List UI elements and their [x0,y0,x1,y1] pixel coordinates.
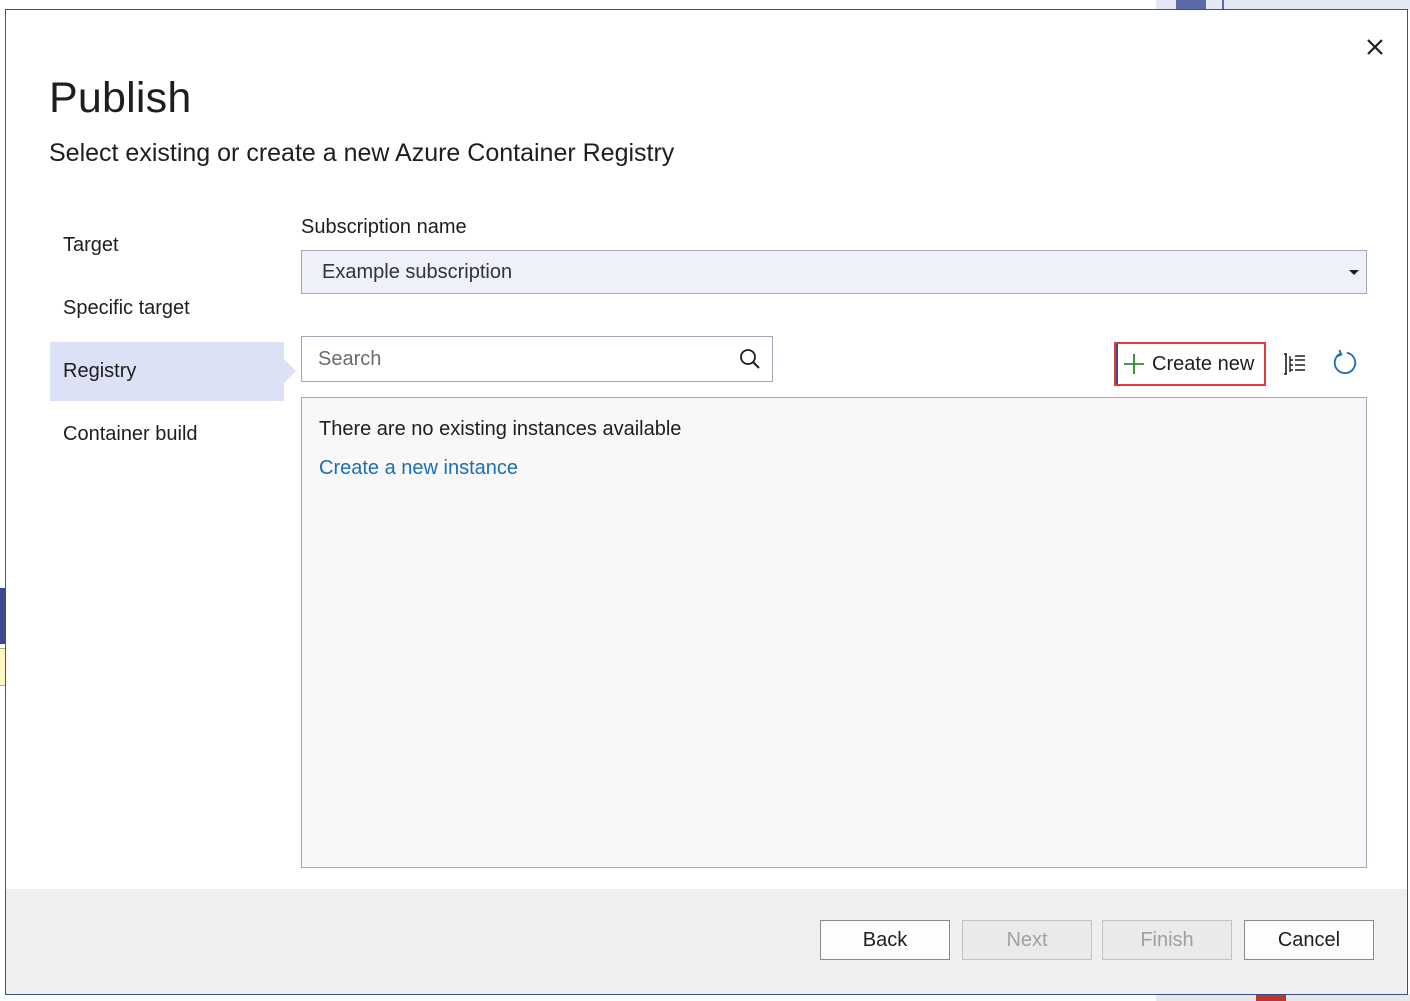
dialog-subtitle: Select existing or create a new Azure Co… [49,139,674,168]
create-new-label: Create new [1152,353,1254,376]
search-icon[interactable] [738,347,762,371]
create-new-button[interactable]: Create new [1114,342,1266,386]
refresh-button[interactable] [1331,349,1359,377]
nav-item-label: Target [63,234,119,257]
results-list: There are no existing instances availabl… [301,397,1367,868]
chevron-down-icon [1342,251,1366,293]
nav-item-label: Specific target [63,297,190,320]
close-icon [1366,38,1384,56]
tree-view-button[interactable] [1281,350,1309,378]
nav-item-container-build[interactable]: Container build [50,405,284,464]
nav-item-specific-target[interactable]: Specific target [50,279,284,338]
subscription-dropdown[interactable]: Example subscription [301,250,1367,294]
nav-item-registry[interactable]: Registry [50,342,284,401]
next-button[interactable]: Next [962,920,1092,960]
back-button[interactable]: Back [820,920,950,960]
dialog-title: Publish [49,74,191,123]
background-app-bottom [1156,994,1410,1001]
close-button[interactable] [1362,34,1388,60]
tree-view-icon [1282,351,1308,377]
dialog-footer: Back Next Finish Cancel [6,889,1407,995]
publish-dialog: Publish Select existing or create a new … [5,9,1408,995]
finish-button[interactable]: Finish [1102,920,1232,960]
wizard-nav: Target Specific target Registry Containe… [50,216,312,468]
empty-message: There are no existing instances availabl… [319,418,681,441]
nav-item-target[interactable]: Target [50,216,284,275]
nav-item-label: Registry [63,360,136,383]
create-instance-link[interactable]: Create a new instance [319,457,518,480]
nav-item-label: Container build [63,423,198,446]
search-input[interactable] [302,337,722,381]
search-box [301,336,773,382]
cancel-button[interactable]: Cancel [1244,920,1374,960]
refresh-icon [1331,348,1359,378]
button-accent [1116,344,1118,384]
subscription-label: Subscription name [301,216,467,239]
subscription-value: Example subscription [322,261,512,284]
plus-icon [1122,352,1146,376]
